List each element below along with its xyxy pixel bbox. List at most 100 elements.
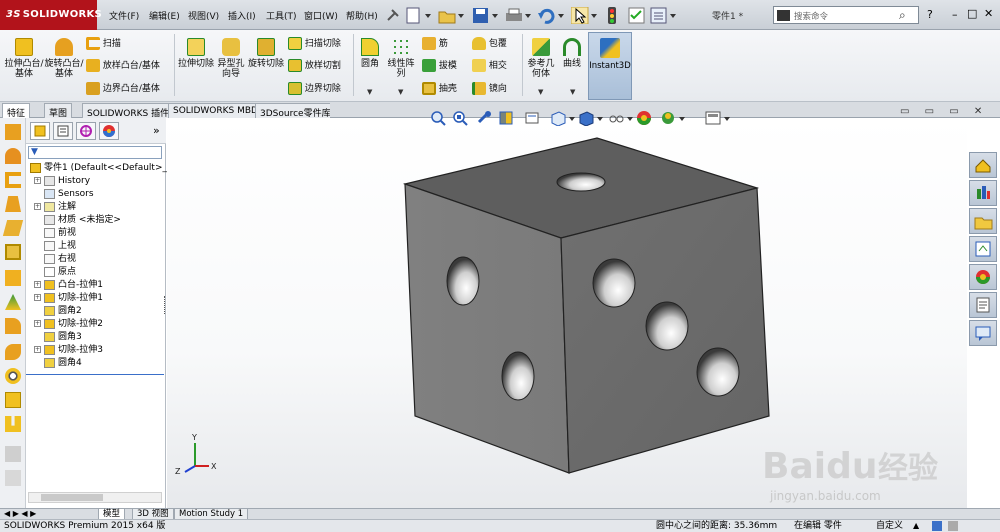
tree-item[interactable]: 原点 bbox=[34, 266, 76, 279]
tree-item[interactable]: 右视 bbox=[34, 253, 76, 266]
loft-boss-button[interactable]: 放样凸台/基体 bbox=[86, 58, 160, 72]
sweep-button[interactable]: 扫描 bbox=[86, 36, 121, 50]
tree-horizontal-scrollbar[interactable] bbox=[28, 492, 162, 503]
solidworks-forum-icon[interactable] bbox=[969, 320, 997, 346]
boundary-boss-button[interactable]: 边界凸台/基体 bbox=[86, 81, 160, 95]
tab-3dsource[interactable]: 3DSource零件库 bbox=[255, 103, 336, 119]
tree-item[interactable]: 圆角4 bbox=[34, 357, 82, 370]
rollback-bar[interactable] bbox=[26, 374, 164, 375]
delete-face-shortcut-icon[interactable] bbox=[5, 368, 21, 384]
plane-shortcut-icon[interactable] bbox=[5, 270, 21, 286]
select-pointer-icon[interactable] bbox=[571, 7, 599, 24]
instant3d-button[interactable]: Instant3D bbox=[588, 32, 632, 100]
tree-item[interactable]: 圆角2 bbox=[34, 305, 82, 318]
dome-shortcut-icon[interactable] bbox=[5, 294, 21, 310]
top-face-hole[interactable] bbox=[556, 172, 606, 192]
traffic-light-icon[interactable] bbox=[603, 7, 621, 24]
tab-solidworks-addins[interactable]: SOLIDWORKS 插件 bbox=[82, 103, 175, 119]
file-explorer-icon[interactable] bbox=[969, 208, 997, 234]
tree-item[interactable]: + 切除-拉伸1 bbox=[34, 292, 103, 305]
expand-toggle-icon[interactable]: + bbox=[34, 320, 41, 327]
intersect-button[interactable]: 相交 bbox=[472, 58, 507, 72]
menu-help[interactable]: 帮助(H) bbox=[346, 9, 378, 22]
appearances-icon[interactable] bbox=[969, 264, 997, 290]
rib-button[interactable]: 筋 bbox=[422, 36, 448, 50]
tree-item[interactable]: 圆角3 bbox=[34, 331, 82, 344]
flex-shortcut-icon[interactable] bbox=[5, 318, 21, 334]
reference-geometry-button[interactable]: 参考几何体 bbox=[525, 38, 557, 79]
custom-properties-icon[interactable] bbox=[969, 292, 997, 318]
pin-icon[interactable] bbox=[383, 7, 401, 24]
shell-button[interactable]: 抽壳 bbox=[422, 81, 457, 95]
fillet-dropdown[interactable]: ▼ bbox=[367, 88, 372, 96]
mirror-button[interactable]: 镜向 bbox=[472, 81, 507, 95]
right-face-hole-1[interactable] bbox=[592, 258, 636, 308]
print-icon[interactable] bbox=[505, 7, 533, 24]
expand-toggle-icon[interactable]: + bbox=[34, 346, 41, 353]
search-commands-input[interactable]: 搜索命令 ⌕ bbox=[773, 6, 919, 24]
undo-icon[interactable] bbox=[538, 7, 566, 24]
indent-shortcut-icon[interactable] bbox=[5, 416, 21, 432]
wrap-button[interactable]: 包覆 bbox=[472, 36, 507, 50]
tree-item[interactable]: 上视 bbox=[34, 240, 76, 253]
menu-file[interactable]: 文件(F) bbox=[109, 9, 139, 22]
curves-button[interactable]: 曲线 bbox=[558, 38, 586, 69]
tree-root[interactable]: 零件1 (Default<<Default>_P bbox=[30, 162, 172, 175]
expand-toggle-icon[interactable]: + bbox=[34, 281, 41, 288]
tree-item[interactable]: 材质 <未指定> bbox=[34, 214, 121, 227]
zoom-to-fit-icon[interactable] bbox=[430, 110, 446, 126]
hole-wizard-button[interactable]: 异型孔向导 bbox=[214, 38, 248, 79]
menu-window[interactable]: 窗口(W) bbox=[304, 9, 338, 22]
status-icon[interactable] bbox=[932, 521, 942, 531]
curves-dropdown[interactable]: ▼ bbox=[570, 88, 575, 96]
fillet-shortcut-icon[interactable] bbox=[5, 344, 21, 360]
zoom-to-area-icon[interactable] bbox=[452, 110, 468, 126]
extrude-boss-button[interactable]: 拉伸凸台/基体 bbox=[4, 38, 44, 79]
new-document-icon[interactable] bbox=[405, 7, 433, 24]
extrude-cut-button[interactable]: 拉伸切除 bbox=[178, 38, 214, 69]
tree-item[interactable]: + 切除-拉伸3 bbox=[34, 344, 103, 357]
tree-item[interactable]: Sensors bbox=[34, 188, 94, 201]
solidworks-resources-icon[interactable] bbox=[969, 152, 997, 178]
section-view-icon[interactable] bbox=[498, 110, 514, 126]
save-icon[interactable] bbox=[472, 7, 500, 24]
view-settings-icon[interactable] bbox=[704, 110, 732, 126]
configuration-tab-icon[interactable] bbox=[76, 122, 96, 140]
view-palette-icon[interactable] bbox=[969, 236, 997, 262]
tree-item[interactable]: + 切除-拉伸2 bbox=[34, 318, 103, 331]
pattern-dropdown[interactable]: ▼ bbox=[398, 88, 403, 96]
sweep-shortcut-icon[interactable] bbox=[5, 172, 21, 188]
loft-shortcut-icon[interactable] bbox=[5, 196, 21, 212]
dynamic-annotation-icon[interactable] bbox=[524, 110, 540, 126]
menu-view[interactable]: 视图(V) bbox=[188, 9, 219, 22]
units-dropdown-icon[interactable]: ▲ bbox=[913, 520, 919, 532]
help-icon[interactable]: ? bbox=[927, 8, 933, 21]
rebuild-icon[interactable] bbox=[628, 7, 646, 24]
display-style-icon[interactable] bbox=[578, 110, 604, 126]
expand-toggle-icon[interactable]: + bbox=[34, 177, 41, 184]
menu-insert[interactable]: 插入(I) bbox=[228, 9, 256, 22]
thicken-shortcut-icon[interactable] bbox=[5, 244, 21, 260]
display-manager-tab-icon[interactable] bbox=[99, 122, 119, 140]
minimize-icon[interactable]: – bbox=[952, 8, 958, 21]
viewport-window-controls[interactable]: ▭ ▭ ▭ ✕ bbox=[900, 106, 988, 117]
split-shortcut-icon[interactable] bbox=[5, 392, 21, 408]
tree-item[interactable]: + 注解 bbox=[34, 201, 76, 214]
tab-nav-arrows[interactable]: ◀ ▶ ◀ ▶ bbox=[4, 509, 36, 518]
right-face-hole-3[interactable] bbox=[696, 347, 740, 397]
revolve-boss-button[interactable]: 旋转凸台/基体 bbox=[44, 38, 84, 79]
menu-edit[interactable]: 编辑(E) bbox=[149, 9, 180, 22]
swept-cut-button[interactable]: 扫描切除 bbox=[288, 36, 341, 50]
reference-geometry-dropdown[interactable]: ▼ bbox=[538, 88, 543, 96]
left-face-hole-2[interactable] bbox=[501, 351, 535, 401]
close-icon[interactable]: ✕ bbox=[984, 7, 993, 20]
design-library-icon[interactable] bbox=[969, 180, 997, 206]
tree-item[interactable]: + History bbox=[34, 175, 90, 188]
right-face-hole-2[interactable] bbox=[645, 301, 689, 351]
view-orientation-icon[interactable] bbox=[550, 110, 576, 126]
menu-tools[interactable]: 工具(T) bbox=[266, 9, 297, 22]
edit-appearance-icon[interactable] bbox=[636, 110, 652, 126]
revolve-shortcut-icon[interactable] bbox=[5, 148, 21, 164]
search-icon[interactable]: ⌕ bbox=[899, 8, 906, 23]
tree-filter-input[interactable]: ▼ bbox=[28, 146, 162, 159]
